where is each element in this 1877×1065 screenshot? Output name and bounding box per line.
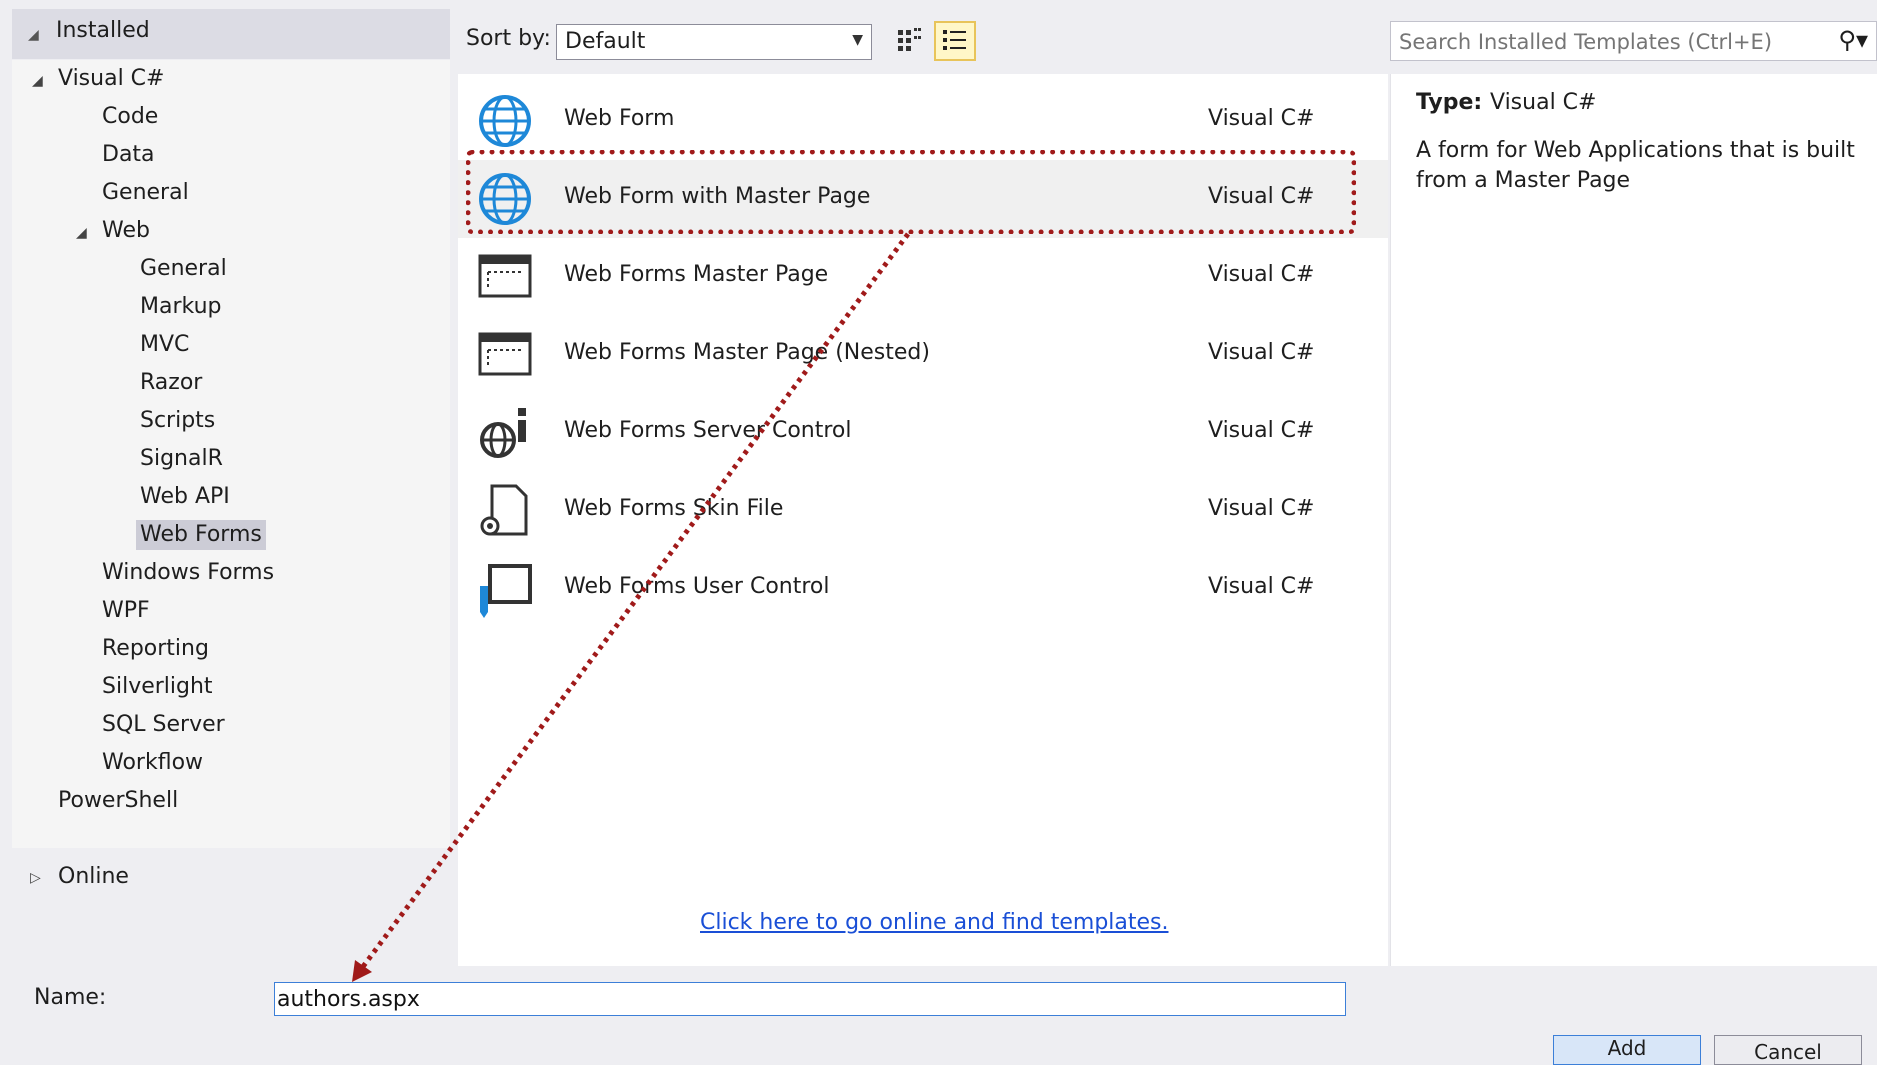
template-language: Visual C# bbox=[1208, 340, 1315, 365]
template-category-tree: ◢ Visual C# Code Data General ◢ Web General Mark… bbox=[12, 60, 450, 848]
tree-item-scripts[interactable]: Scripts bbox=[140, 406, 215, 436]
template-row-web-forms-skin-file[interactable]: Web Forms Skin File Visual C# bbox=[458, 472, 1388, 550]
tree-item-powershell[interactable]: PowerShell bbox=[58, 786, 178, 816]
tree-item-silverlight[interactable]: Silverlight bbox=[102, 672, 213, 702]
template-name: Web Forms Skin File bbox=[564, 496, 784, 521]
server-control-icon bbox=[476, 404, 534, 462]
template-language: Visual C# bbox=[1208, 106, 1315, 131]
online-label: Online bbox=[58, 864, 129, 889]
master-page-icon bbox=[476, 248, 534, 306]
template-name: Web Forms Master Page bbox=[564, 262, 829, 287]
template-row-web-forms-master-page-nested[interactable]: Web Forms Master Page (Nested) Visual C# bbox=[458, 316, 1388, 394]
search-input[interactable] bbox=[1397, 26, 1821, 58]
small-icons-view-button[interactable] bbox=[892, 24, 926, 60]
tree-item-reporting[interactable]: Reporting bbox=[102, 634, 209, 664]
globe-icon bbox=[476, 92, 534, 150]
template-language: Visual C# bbox=[1208, 262, 1315, 287]
sort-by-value: Default bbox=[565, 29, 646, 54]
grid-view-icon bbox=[898, 28, 921, 51]
tree-item-visual-c-[interactable]: Visual C# bbox=[58, 64, 164, 94]
template-name: Web Forms Master Page (Nested) bbox=[564, 340, 930, 365]
template-name: Web Forms User Control bbox=[564, 574, 830, 599]
annotation-highlight-box bbox=[466, 150, 1356, 234]
search-templates-box[interactable]: ⚲▾ bbox=[1390, 21, 1877, 61]
tree-item-mvc[interactable]: MVC bbox=[140, 330, 189, 360]
name-label: Name: bbox=[34, 985, 107, 1010]
cancel-button[interactable]: Cancel bbox=[1714, 1035, 1862, 1065]
tree-item-workflow[interactable]: Workflow bbox=[102, 748, 203, 778]
tree-item-web[interactable]: Web bbox=[102, 216, 150, 246]
expanded-triangle-icon: ◢ bbox=[28, 27, 39, 43]
template-name: Web Form bbox=[564, 106, 675, 131]
name-field[interactable] bbox=[274, 982, 1346, 1016]
user-control-icon bbox=[476, 560, 534, 618]
search-icon[interactable]: ⚲▾ bbox=[1838, 26, 1868, 54]
tree-item-data[interactable]: Data bbox=[102, 140, 155, 170]
template-language: Visual C# bbox=[1208, 496, 1315, 521]
tree-item-markup[interactable]: Markup bbox=[140, 292, 221, 322]
tree-item-razor[interactable]: Razor bbox=[140, 368, 202, 398]
template-name: Web Forms Server Control bbox=[564, 418, 852, 443]
add-button[interactable]: Add bbox=[1553, 1035, 1701, 1065]
template-row-web-forms-master-page[interactable]: Web Forms Master Page Visual C# bbox=[458, 238, 1388, 316]
online-node[interactable]: ▷ Online bbox=[12, 858, 450, 898]
tree-item-code[interactable]: Code bbox=[102, 102, 158, 132]
sort-by-label: Sort by: bbox=[466, 26, 551, 51]
template-row-web-form[interactable]: Web Form Visual C# bbox=[458, 82, 1388, 160]
tree-item-windows-forms[interactable]: Windows Forms bbox=[102, 558, 274, 588]
type-value: Visual C# bbox=[1490, 90, 1597, 115]
tree-item-wpf[interactable]: WPF bbox=[102, 596, 150, 626]
tree-item-sql-server[interactable]: SQL Server bbox=[102, 710, 225, 740]
list-view-icon bbox=[943, 30, 966, 50]
chevron-down-icon: ▼ bbox=[852, 32, 863, 48]
expanded-triangle-icon[interactable]: ◢ bbox=[76, 225, 87, 241]
tree-item-web-api[interactable]: Web API bbox=[140, 482, 230, 512]
expanded-triangle-icon[interactable]: ◢ bbox=[32, 73, 43, 89]
type-label: Type: bbox=[1416, 90, 1483, 115]
template-language: Visual C# bbox=[1208, 418, 1315, 443]
list-view-button[interactable] bbox=[934, 21, 976, 61]
collapsed-triangle-icon: ▷ bbox=[30, 870, 41, 886]
online-templates-link[interactable]: Click here to go online and find templat… bbox=[700, 910, 1169, 935]
template-language: Visual C# bbox=[1208, 574, 1315, 599]
master-page-icon bbox=[476, 326, 534, 384]
tree-item-general[interactable]: General bbox=[140, 254, 227, 284]
template-row-web-forms-server-control[interactable]: Web Forms Server Control Visual C# bbox=[458, 394, 1388, 472]
template-row-web-forms-user-control[interactable]: Web Forms User Control Visual C# bbox=[458, 550, 1388, 628]
tree-item-general[interactable]: General bbox=[102, 178, 189, 208]
sort-by-dropdown[interactable]: Default ▼ bbox=[556, 24, 872, 60]
skin-file-icon bbox=[476, 482, 534, 540]
details-panel bbox=[1390, 74, 1877, 966]
name-input[interactable] bbox=[277, 985, 1277, 1013]
installed-label: Installed bbox=[56, 18, 150, 43]
tree-item-signalr[interactable]: SignalR bbox=[140, 444, 223, 474]
template-description: A form for Web Applications that is buil… bbox=[1416, 138, 1855, 193]
installed-header[interactable]: ◢ Installed bbox=[12, 9, 450, 59]
tree-item-web-forms[interactable]: Web Forms bbox=[136, 520, 266, 550]
